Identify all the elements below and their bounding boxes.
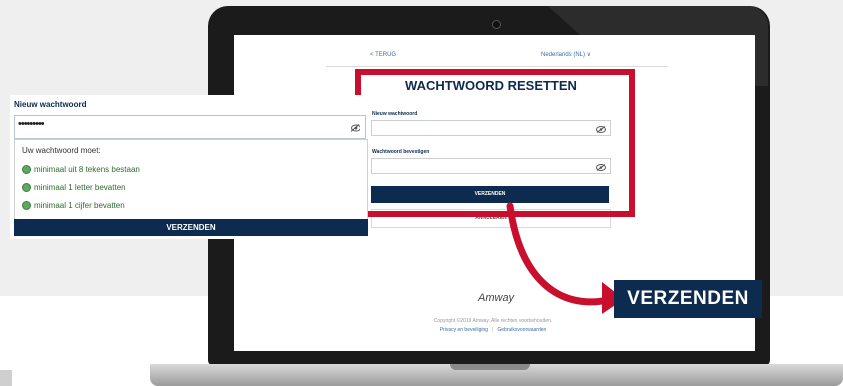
hide-password-icon[interactable] <box>350 124 360 132</box>
callout-submit-button[interactable]: VERZENDEN <box>614 280 762 318</box>
requirement-text: minimaal uit 8 tekens bestaan <box>34 165 140 174</box>
check-circle-icon <box>22 183 31 192</box>
zoom-password-value: ••••••••• <box>18 118 45 130</box>
header-divider <box>326 66 668 67</box>
requirement-text: minimaal 1 cijfer bevatten <box>34 201 125 210</box>
requirement-item: minimaal uit 8 tekens bestaan <box>22 165 140 174</box>
requirement-item: minimaal 1 letter bevatten <box>22 183 126 192</box>
check-circle-icon <box>22 165 31 174</box>
language-selector[interactable]: Nederlands (NL) ∨ <box>541 51 591 58</box>
zoom-new-password-label: Nieuw wachtwoord <box>14 100 87 109</box>
laptop-base-edge <box>0 370 12 386</box>
requirement-item: minimaal 1 cijfer bevatten <box>22 201 125 210</box>
zoom-submit-button[interactable]: VERZENDEN <box>14 219 368 236</box>
camera-icon <box>492 20 501 29</box>
laptop-notch <box>450 364 530 370</box>
zoom-password-input[interactable] <box>14 115 366 139</box>
requirements-title: Uw wachtwoord moet: <box>22 146 101 155</box>
privacy-link[interactable]: Privacy en beveiliging <box>440 327 488 333</box>
requirement-text: minimaal 1 letter bevatten <box>34 183 126 192</box>
highlight-box <box>355 69 635 217</box>
check-circle-icon <box>22 201 31 210</box>
back-link[interactable]: < TERUG <box>370 52 396 58</box>
